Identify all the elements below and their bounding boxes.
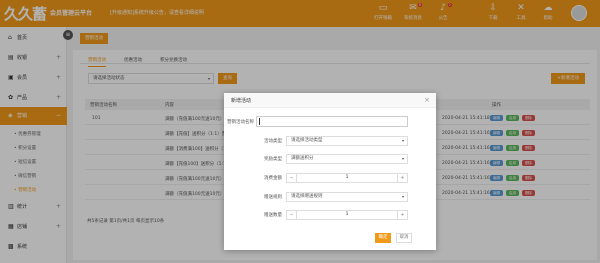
chevron-down-icon: ▾ [401,138,404,143]
reward-type-select[interactable]: 满额送积分 ▾ [286,154,408,164]
increment-button[interactable]: + [397,174,407,182]
activity-name-input[interactable] [256,116,408,127]
confirm-button[interactable]: 确定 [375,233,391,243]
field-label: 赠送规则 [264,195,282,200]
gift-rule-select[interactable]: 请选择赠送规则 ▾ [286,192,408,202]
amount-value[interactable]: 1 [297,174,397,182]
field-label: 活动类型 [264,139,282,144]
gift-amount-stepper: − 1 + [286,210,408,220]
close-icon[interactable]: × [424,96,430,104]
dialog-header: 新增活动 × [224,93,436,108]
chevron-down-icon: ▾ [401,194,404,199]
activity-type-select[interactable]: 请选择活动类型 ▾ [286,136,408,146]
decrement-button[interactable]: − [287,211,297,219]
amount-stepper: − 1 + [286,173,408,183]
field-label: 营销活动名称 [227,120,254,125]
field-label: 消费金额 [264,176,282,181]
increment-button[interactable]: + [397,211,407,219]
decrement-button[interactable]: − [287,174,297,182]
field-label: 奖励类型 [264,157,282,162]
cancel-button[interactable]: 取消 [396,233,412,243]
add-activity-dialog: 新增活动 × 营销活动名称 活动类型 请选择活动类型 ▾ 奖励类型 满额送积分 ▾ … [224,93,436,250]
chevron-down-icon: ▾ [401,156,404,161]
dialog-title: 新增活动 [231,98,252,104]
text-cursor [259,118,260,125]
field-label: 赠送数量 [264,213,282,218]
gift-amount-value[interactable]: 1 [297,211,397,219]
